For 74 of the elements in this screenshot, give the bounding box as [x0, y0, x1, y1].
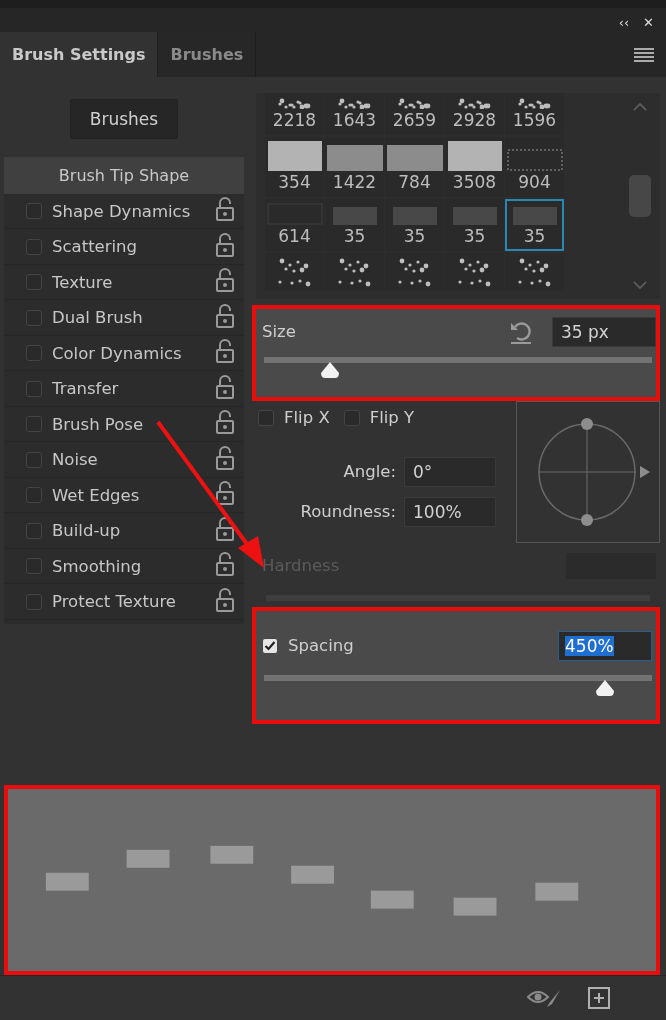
collapse-button[interactable]: ‹‹: [618, 15, 630, 31]
checkbox[interactable]: [26, 593, 42, 610]
menu-icon[interactable]: [634, 47, 654, 62]
size-field[interactable]: 35 px: [552, 316, 656, 347]
settings-list-item[interactable]: Brush Pose: [52, 414, 216, 434]
settings-list-item[interactable]: Color Dynamics: [52, 343, 216, 363]
settings-list-item[interactable]: Dual Brush: [52, 308, 216, 328]
brush-tip-thumbnail: [452, 206, 497, 225]
size-slider[interactable]: [264, 354, 652, 379]
checkbox[interactable]: [26, 522, 42, 539]
angle-label: Angle:: [343, 462, 396, 482]
close-button[interactable]: ✕: [643, 15, 654, 31]
brush-tip-thumbnail: [326, 144, 383, 171]
open-lock-icon[interactable]: [216, 339, 234, 364]
brush-preset[interactable]: 35: [505, 198, 564, 251]
settings-list-item[interactable]: Build-up: [52, 521, 216, 541]
checkbox[interactable]: [26, 345, 42, 362]
checkbox[interactable]: [26, 238, 42, 255]
open-lock-icon[interactable]: [216, 587, 234, 612]
settings-list-item[interactable]: Shape Dynamics: [52, 201, 216, 221]
panel-tab[interactable]: Brush Settings: [0, 31, 159, 77]
open-lock-icon[interactable]: [216, 481, 234, 506]
checkbox[interactable]: [26, 487, 42, 504]
checkbox[interactable]: [26, 380, 42, 397]
settings-list-item[interactable]: Texture: [52, 272, 216, 292]
roundness-label: Roundness:: [300, 502, 396, 522]
settings-list-item[interactable]: Wet Edges: [52, 485, 216, 505]
checkbox[interactable]: [26, 309, 42, 326]
brush-tip-thumbnail: [506, 148, 563, 171]
settings-list-item[interactable]: Smoothing: [52, 556, 216, 576]
spacing-label: Spacing: [288, 636, 354, 656]
open-lock-icon[interactable]: [216, 197, 234, 222]
open-lock-icon[interactable]: [216, 232, 234, 257]
checkbox[interactable]: [26, 203, 42, 220]
open-lock-icon[interactable]: [216, 552, 234, 577]
brushes-button[interactable]: Brushes: [70, 98, 178, 139]
scrollbar-thumb[interactable]: [629, 174, 651, 217]
angle-roundness-dial[interactable]: [516, 400, 660, 543]
scroll-down-icon[interactable]: [633, 280, 647, 289]
brush-tip-thumbnail: [332, 206, 377, 225]
open-lock-icon[interactable]: [216, 410, 234, 435]
roundness-field[interactable]: 100%: [404, 496, 496, 527]
checkbox[interactable]: [26, 558, 42, 575]
open-lock-icon[interactable]: [216, 303, 234, 328]
spacing-field[interactable]: 450%: [558, 630, 652, 661]
brush-tip-thumbnail: [447, 140, 502, 171]
checkbox[interactable]: [262, 637, 278, 654]
settings-list-item[interactable]: Brush Tip Shape: [4, 156, 244, 194]
checkbox[interactable]: [26, 451, 42, 468]
settings-list-item[interactable]: Protect Texture: [52, 592, 216, 612]
checkbox[interactable]: [343, 409, 360, 426]
slider-thumb[interactable]: [595, 678, 616, 697]
flip-label: Flip X: [284, 408, 330, 428]
size-label: Size: [262, 322, 296, 342]
scroll-up-icon[interactable]: [633, 102, 647, 111]
open-lock-icon[interactable]: [216, 374, 234, 399]
settings-list-item[interactable]: Transfer: [52, 379, 216, 399]
brush-tip-thumbnail: [512, 206, 557, 225]
spacing-slider[interactable]: [264, 672, 652, 697]
brush-tip-thumbnail: [386, 144, 443, 171]
brush-tip-thumbnail: [267, 140, 322, 171]
flip-label: Flip Y: [369, 408, 415, 428]
slider-thumb[interactable]: [319, 360, 340, 379]
brush-tip-thumbnail: [392, 206, 437, 225]
open-lock-icon[interactable]: [216, 445, 234, 470]
open-lock-icon[interactable]: [216, 268, 234, 293]
checkbox[interactable]: [26, 274, 42, 291]
checkbox[interactable]: [26, 416, 42, 433]
checkbox[interactable]: [258, 409, 274, 426]
settings-list-item[interactable]: Noise: [52, 450, 216, 470]
new-brush-icon[interactable]: [588, 986, 610, 1009]
settings-list-item[interactable]: Scattering: [52, 237, 216, 257]
open-lock-icon[interactable]: [216, 516, 234, 541]
angle-field[interactable]: 0°: [404, 456, 496, 487]
